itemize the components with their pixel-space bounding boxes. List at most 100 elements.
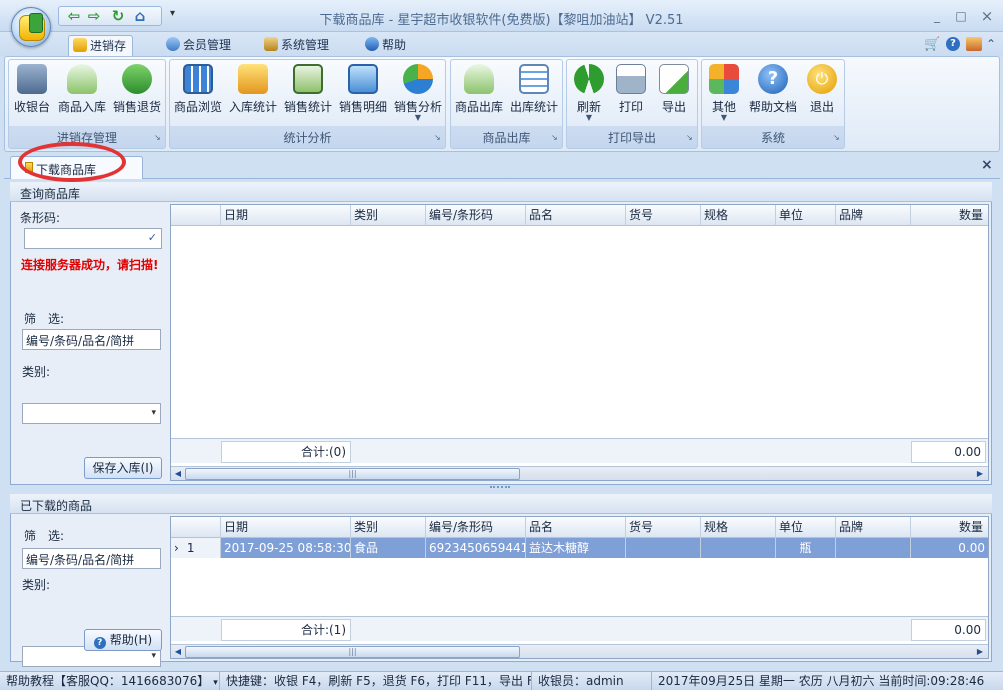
table-row[interactable]: › 1 2017-09-25 08:58:30 食品 6923450659441 …	[171, 538, 988, 558]
group-caption: 系统	[760, 131, 785, 145]
app-orb-button[interactable]	[11, 7, 51, 47]
col-name[interactable]: 品名	[526, 205, 626, 226]
sales-detail-button[interactable]: 销售明细	[337, 62, 389, 132]
col-date[interactable]: 日期	[221, 205, 351, 226]
ribbon-collapse-icon[interactable]: ⌃	[986, 37, 996, 51]
chevron-down-icon: ▾	[151, 408, 156, 418]
col-item-no[interactable]: 货号	[626, 517, 701, 538]
grid-header: 日期 类别 编号/条形码 品名 货号 规格 单位 品牌 数量	[171, 205, 988, 226]
filter-label-2: 筛 选:	[24, 529, 65, 543]
books-icon	[238, 64, 268, 94]
dialog-launcher-icon[interactable]: ↘	[154, 133, 161, 142]
status-help[interactable]: 帮助教程【客服QQ：1416683076】 ▾	[0, 672, 220, 690]
window-title: 下载商品库 - 星宇超市收银软件(免费版)【黎咀加油站】 V2.51	[319, 13, 684, 28]
row-header-col	[171, 517, 221, 538]
box-icon	[73, 38, 87, 52]
tab-system[interactable]: 系统管理	[260, 35, 335, 56]
total-count: 合计:(0)	[221, 441, 351, 463]
tab-inventory[interactable]: 进销存	[68, 35, 134, 56]
apps-icon	[709, 64, 739, 94]
dropdown-arrow-icon: ▼	[720, 113, 728, 122]
sales-analysis-button[interactable]: 销售分析 ▼	[392, 62, 444, 132]
horizontal-scrollbar[interactable]: ◀ ||| ▶	[171, 644, 988, 658]
col-brand[interactable]: 品牌	[836, 205, 911, 226]
horizontal-scrollbar[interactable]: ◀ ||| ▶	[171, 466, 988, 480]
downloaded-panel-header: 已下载的商品	[10, 494, 992, 514]
other-button[interactable]: 其他 ▼	[705, 62, 743, 132]
dialog-launcher-icon[interactable]: ↘	[833, 133, 840, 142]
save-stock-button[interactable]: 保存入库(I)	[84, 457, 162, 479]
browse-products-button[interactable]: 商品浏览	[172, 62, 224, 132]
stock-out-stats-button[interactable]: 出库统计	[508, 62, 560, 132]
help-small-icon[interactable]: ?	[946, 37, 960, 51]
help-button[interactable]: ? 帮助(H)	[84, 629, 162, 651]
filter-input[interactable]: 编号/条码/品名/简拼	[22, 329, 161, 350]
status-cashier: 收银员：admin	[532, 672, 652, 690]
export-icon	[659, 64, 689, 94]
chevron-down-icon: ▾	[213, 678, 218, 688]
col-qty[interactable]: 数量	[911, 205, 988, 226]
print-button[interactable]: 打印	[612, 62, 650, 132]
grid-footer: 合计:(0) 0.00	[171, 438, 988, 463]
col-spec[interactable]: 规格	[701, 517, 776, 538]
scroll-right-icon[interactable]: ▶	[974, 646, 986, 658]
scroll-left-icon[interactable]: ◀	[172, 468, 184, 480]
cashier-icon	[17, 64, 47, 94]
maximize-button[interactable]: □	[953, 9, 969, 23]
export-button[interactable]: 导出	[655, 62, 693, 132]
close-button[interactable]: ×	[979, 9, 995, 24]
cell-item-no	[626, 538, 701, 558]
col-date[interactable]: 日期	[221, 517, 351, 538]
grid-footer: 合计:(1) 0.00	[171, 616, 988, 641]
col-name[interactable]: 品名	[526, 517, 626, 538]
sales-return-button[interactable]: 销售退货	[111, 62, 163, 132]
dialog-launcher-icon[interactable]: ↘	[551, 133, 558, 142]
minimize-button[interactable]: _	[929, 9, 945, 23]
stock-out-button[interactable]: 商品出库	[453, 62, 505, 132]
exit-button[interactable]: ⏻ 退出	[803, 62, 841, 132]
return-icon	[122, 64, 152, 94]
splitter-grip[interactable]	[490, 486, 510, 489]
cell-brand	[836, 538, 911, 558]
category-select[interactable]: ▾	[22, 403, 161, 424]
help-small-icon: ?	[93, 637, 106, 649]
skin-icon[interactable]	[966, 37, 982, 51]
cart-icon[interactable]: 🛒	[924, 37, 940, 52]
col-unit[interactable]: 单位	[776, 517, 836, 538]
scroll-thumb[interactable]: |||	[185, 646, 520, 658]
stock-in-button[interactable]: 商品入库	[56, 62, 108, 132]
col-qty[interactable]: 数量	[911, 517, 988, 538]
total-qty: 0.00	[911, 619, 986, 641]
stock-in-stats-button[interactable]: 入库统计	[227, 62, 279, 132]
col-code[interactable]: 编号/条形码	[426, 205, 526, 226]
status-bar: 帮助教程【客服QQ：1416683076】 ▾ 快捷键：收银 F4，刷新 F5，退…	[0, 671, 1003, 690]
col-category[interactable]: 类别	[351, 517, 426, 538]
group-caption: 商品出库	[482, 131, 531, 145]
col-unit[interactable]: 单位	[776, 205, 836, 226]
dropdown-arrow-icon: ▼	[414, 113, 422, 122]
col-item-no[interactable]: 货号	[626, 205, 701, 226]
scroll-right-icon[interactable]: ▶	[974, 468, 986, 480]
col-code[interactable]: 编号/条形码	[426, 517, 526, 538]
col-brand[interactable]: 品牌	[836, 517, 911, 538]
col-category[interactable]: 类别	[351, 205, 426, 226]
dialog-launcher-icon[interactable]: ↘	[686, 133, 693, 142]
help-icon: ?	[758, 64, 788, 94]
cell-category: 食品	[351, 538, 426, 558]
card-icon	[293, 64, 323, 94]
status-shortcuts: 快捷键：收银 F4，刷新 F5，退货 F6，打印 F11，导出 F12	[220, 672, 532, 690]
sales-stats-button[interactable]: 销售统计	[282, 62, 334, 132]
scroll-left-icon[interactable]: ◀	[172, 646, 184, 658]
refresh-button[interactable]: 刷新 ▼	[570, 62, 608, 132]
category-label: 类别:	[22, 365, 51, 379]
scroll-thumb[interactable]: |||	[185, 468, 520, 480]
filter-input-2[interactable]: 编号/条码/品名/简拼	[22, 548, 161, 569]
dialog-launcher-icon[interactable]: ↘	[434, 133, 441, 142]
barcode-input[interactable]: ✓	[24, 228, 162, 249]
tab-members[interactable]: 会员管理	[162, 35, 237, 56]
help-doc-button[interactable]: ? 帮助文档	[746, 62, 800, 132]
tab-help[interactable]: 帮助	[361, 35, 412, 56]
col-spec[interactable]: 规格	[701, 205, 776, 226]
cashier-button[interactable]: 收银台	[12, 62, 52, 132]
close-doc-icon[interactable]: ×	[981, 157, 993, 173]
